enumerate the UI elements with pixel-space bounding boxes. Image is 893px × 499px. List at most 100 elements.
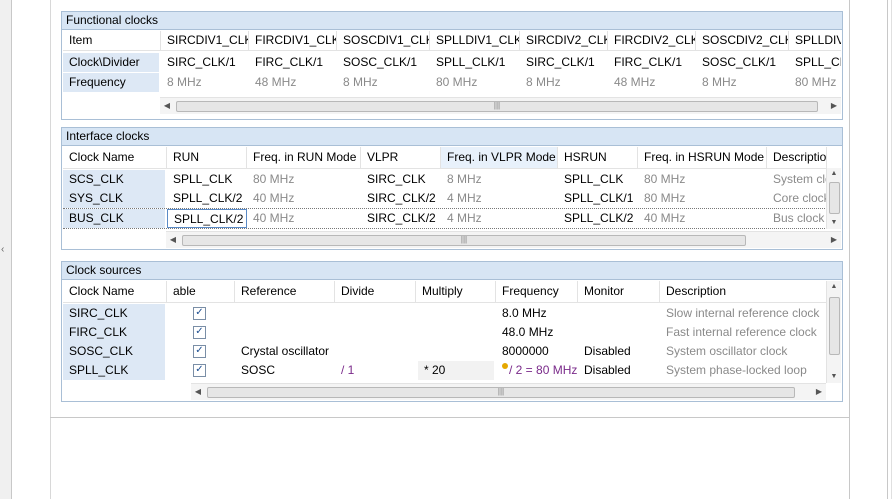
monitor-cell[interactable] [578,323,660,342]
multiply-cell[interactable] [416,304,496,323]
clock-sources-title: Clock sources [62,262,842,280]
scroll-right-arrow-icon[interactable]: ▶ [812,384,826,400]
reference-cell[interactable] [235,304,335,323]
header-hsrun[interactable]: HSRUN [558,147,638,168]
scroll-thumb[interactable]: ||| [207,387,795,398]
reference-cell[interactable] [235,323,335,342]
header-reference[interactable]: Reference [235,281,335,302]
monitor-cell[interactable]: Disabled [578,342,660,361]
header-enable[interactable]: able [167,281,235,302]
divider-cell[interactable]: SIRC_CLK/1 [161,53,249,72]
scroll-thumb[interactable] [829,297,840,355]
vlpr-source-cell[interactable]: SIRC_CLK/2 [361,209,441,228]
scroll-right-arrow-icon[interactable]: ▶ [827,232,841,248]
enable-checkbox[interactable]: ✓ [187,323,227,342]
scroll-down-arrow-icon[interactable]: ▼ [827,371,841,383]
header-soscdiv1[interactable]: SOSCDIV1_CLK [337,31,430,50]
functional-clocks-table: Item SIRCDIV1_CLK FIRCDIV1_CLK SOSCDIV1_… [63,31,841,98]
hsrun-source-cell[interactable]: SPLL_CLK [558,170,638,189]
header-monitor[interactable]: Monitor [578,281,660,302]
vlpr-source-cell[interactable]: SIRC_CLK/2 [361,189,441,208]
header-item[interactable]: Item [63,31,161,50]
header-splldiv2[interactable]: SPLLDIV2_CLK [789,31,841,50]
header-frequency[interactable]: Frequency [496,281,578,302]
header-freq-vlpr[interactable]: Freq. in VLPR Mode [441,147,558,168]
row-label-clock-divider: Clock\Divider [63,53,159,72]
checkbox-checked-icon[interactable]: ✓ [193,345,206,359]
header-sircdiv2[interactable]: SIRCDIV2_CLK [520,31,608,50]
divider-cell[interactable]: FIRC_CLK/1 [608,53,696,72]
hsrun-source-cell[interactable]: SPLL_CLK/2 [558,209,638,228]
header-run[interactable]: RUN [167,147,247,168]
functional-hscrollbar[interactable]: ◀ ||| ▶ [160,97,841,114]
scroll-left-arrow-icon[interactable]: ◀ [191,384,205,400]
frequency-cell[interactable]: 8000000 [496,342,578,361]
header-clock-name[interactable]: Clock Name [63,281,167,302]
multiply-cell[interactable] [416,342,496,361]
divide-cell[interactable] [335,342,416,361]
divider-cell[interactable]: SOSC_CLK/1 [696,53,789,72]
scroll-down-arrow-icon[interactable]: ▼ [827,217,841,229]
interface-hscrollbar[interactable]: ◀ ||| ▶ [166,231,841,248]
scroll-thumb[interactable]: ||| [176,101,818,112]
divide-cell[interactable]: / 1 [335,361,416,380]
sources-hscrollbar[interactable]: ◀ ||| ▶ [191,383,826,400]
header-fircdiv2[interactable]: FIRCDIV2_CLK [608,31,696,50]
frequency-cell: 8 MHz [343,75,378,89]
header-freq-run[interactable]: Freq. in RUN Mode [247,147,361,168]
header-freq-hsrun[interactable]: Freq. in HSRUN Mode [638,147,767,168]
scroll-thumb[interactable]: ||| [182,235,746,246]
scroll-thumb[interactable] [829,182,840,214]
monitor-cell[interactable]: Disabled [578,361,660,380]
divider-cell[interactable]: SPLL_CLK/1 [789,53,841,72]
divider-cell[interactable]: SIRC_CLK/1 [520,53,608,72]
enable-checkbox[interactable]: ✓ [187,342,227,361]
divide-cell[interactable] [335,323,416,342]
vlpr-source-cell[interactable]: SIRC_CLK [361,170,441,189]
header-description[interactable]: Description [660,281,827,302]
scroll-up-arrow-icon[interactable]: ▲ [827,281,841,293]
divider-cell[interactable]: SPLL_CLK/1 [430,53,520,72]
enable-checkbox[interactable]: ✓ [187,304,227,323]
header-sircdiv1[interactable]: SIRCDIV1_CLK [161,31,249,50]
header-divide[interactable]: Divide [335,281,416,302]
header-clock-name[interactable]: Clock Name [63,147,167,168]
clock-name-cell: SCS_CLK [63,170,165,189]
multiply-cell[interactable]: * 20 [418,361,494,380]
reference-cell[interactable]: Crystal oscillator [235,342,335,361]
checkbox-checked-icon[interactable]: ✓ [193,364,206,378]
sources-vscrollbar[interactable]: ▲ ▼ [826,281,841,383]
divide-cell[interactable] [335,304,416,323]
checkbox-checked-icon[interactable]: ✓ [193,307,206,321]
enable-checkbox[interactable]: ✓ [187,361,227,380]
divider-cell[interactable]: SOSC_CLK/1 [337,53,430,72]
header-multiply[interactable]: Multiply [416,281,496,302]
divider-cell[interactable]: FIRC_CLK/1 [249,53,337,72]
frequency-cell[interactable]: 48.0 MHz [496,323,578,342]
clock-name-cell: SOSC_CLK [63,342,165,361]
scroll-up-arrow-icon[interactable]: ▲ [827,168,841,180]
hsrun-source-cell[interactable]: SPLL_CLK/1 [558,189,638,208]
table-row: SYS_CLK SPLL_CLK/2 40 MHz SIRC_CLK/2 4 M… [63,189,827,208]
scroll-left-arrow-icon[interactable]: ◀ [160,98,174,114]
collapse-chevron-icon[interactable]: ‹ [1,244,4,255]
header-fircdiv1[interactable]: FIRCDIV1_CLK [249,31,337,50]
scroll-left-arrow-icon[interactable]: ◀ [166,232,180,248]
frequency-cell-warning[interactable]: / 2 = 80 MHz [496,361,578,380]
checkbox-checked-icon[interactable]: ✓ [193,326,206,340]
scroll-right-arrow-icon[interactable]: ▶ [827,98,841,114]
frequency-cell: 8 MHz [526,75,561,89]
header-soscdiv2[interactable]: SOSCDIV2_CLK [696,31,789,50]
monitor-cell[interactable] [578,304,660,323]
row-label-frequency: Frequency [63,73,159,92]
header-description[interactable]: Description [767,147,827,168]
run-source-cell[interactable]: SPLL_CLK [167,170,247,189]
interface-vscrollbar[interactable]: ▲ ▼ [826,168,841,229]
run-source-cell-focused[interactable]: SPLL_CLK/2 [167,209,247,228]
frequency-cell[interactable]: 8.0 MHz [496,304,578,323]
reference-cell[interactable]: SOSC [235,361,335,380]
multiply-cell[interactable] [416,323,496,342]
header-splldiv1[interactable]: SPLLDIV1_CLK [430,31,520,50]
run-source-cell[interactable]: SPLL_CLK/2 [167,189,247,208]
header-vlpr[interactable]: VLPR [361,147,441,168]
